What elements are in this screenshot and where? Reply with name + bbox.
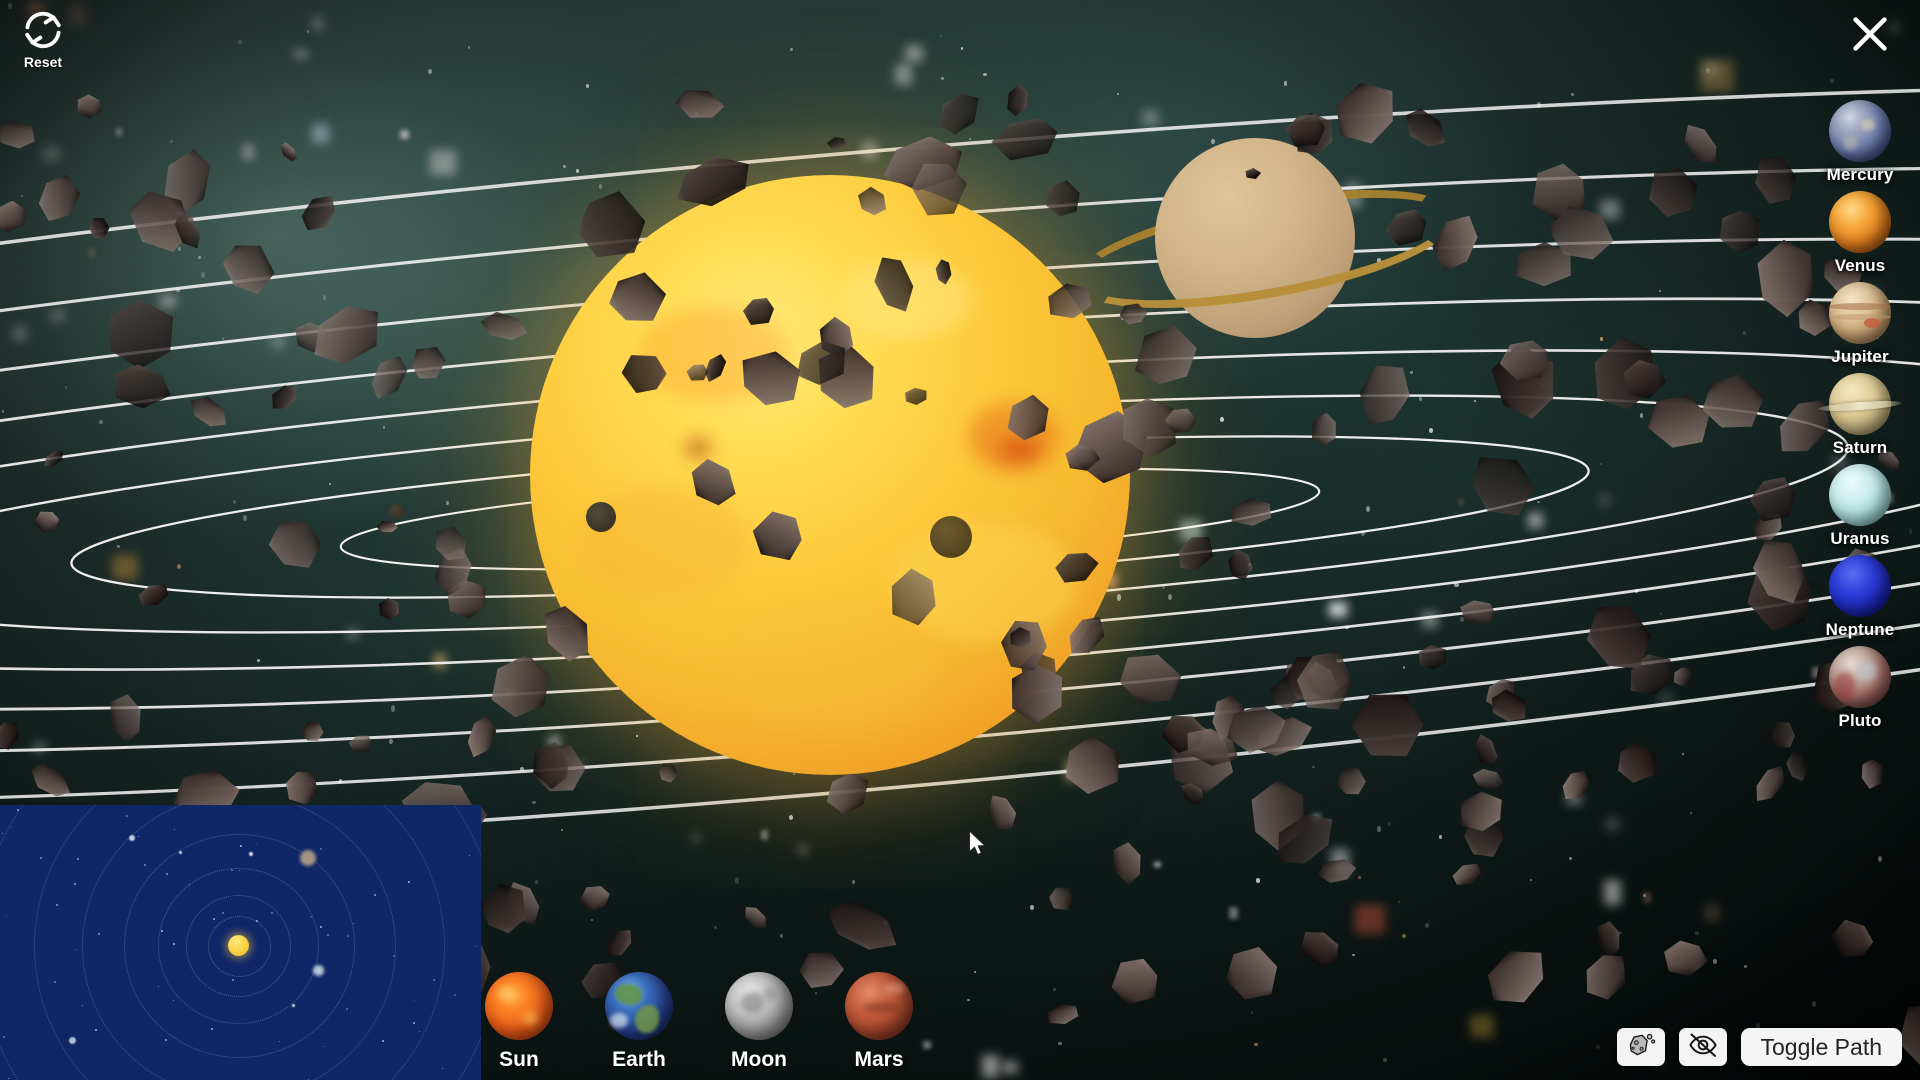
- sidebar-item-label: Jupiter: [1831, 347, 1889, 366]
- sidebar-item-pluto[interactable]: Pluto: [1800, 646, 1920, 731]
- body-dock[interactable]: Sun Earth Moon Mars: [485, 972, 913, 1072]
- visibility-toggle-button[interactable]: [1678, 1028, 1727, 1066]
- sidebar-item-uranus[interactable]: Uranus: [1800, 464, 1920, 549]
- minimap-earth: [292, 1004, 295, 1007]
- dock-item-earth[interactable]: Earth: [605, 972, 673, 1072]
- mars-thumbnail: [845, 972, 913, 1040]
- dock-item-label: Moon: [731, 1048, 787, 1071]
- close-icon: [1847, 11, 1893, 62]
- mercury-scene-body[interactable]: [586, 502, 616, 532]
- sidebar-item-jupiter[interactable]: Jupiter: [1800, 282, 1920, 367]
- sidebar-item-label: Mercury: [1826, 165, 1894, 184]
- saturn-scene-body[interactable]: [1067, 138, 1463, 338]
- close-button[interactable]: [1844, 10, 1896, 62]
- mercury-thumbnail: [1829, 100, 1891, 162]
- eye-off-icon: [1687, 1032, 1719, 1063]
- venus-thumbnail: [1829, 191, 1891, 253]
- moon-thumbnail: [725, 972, 793, 1040]
- dock-item-mars[interactable]: Mars: [845, 972, 913, 1072]
- sidebar-item-label: Uranus: [1830, 529, 1890, 548]
- sidebar-item-venus[interactable]: Venus: [1800, 191, 1920, 276]
- venus-scene-body[interactable]: [930, 516, 972, 558]
- minimap-neptune: [69, 1037, 76, 1044]
- asteroid-icon: [1626, 1032, 1656, 1063]
- jupiter-thumbnail: [1829, 282, 1891, 344]
- solar-system-viewport[interactable]: Reset Mercury Venus Jupiter Saturn Uranu…: [0, 0, 1920, 1080]
- sun-thumbnail: [485, 972, 553, 1040]
- dock-item-label: Earth: [612, 1048, 666, 1071]
- sidebar-item-label: Neptune: [1825, 620, 1895, 639]
- sidebar-item-saturn[interactable]: Saturn: [1800, 373, 1920, 458]
- minimap-mars: [179, 851, 182, 854]
- planet-sidebar[interactable]: Mercury Venus Jupiter Saturn Uranus Nept…: [1800, 100, 1920, 731]
- minimap-saturn: [300, 850, 316, 866]
- dock-item-label: Sun: [499, 1048, 539, 1071]
- dock-item-moon[interactable]: Moon: [725, 972, 793, 1072]
- minimap-mercury: [129, 835, 135, 841]
- minimap-panel[interactable]: [0, 805, 481, 1080]
- scene-controls[interactable]: Toggle Path: [1616, 1028, 1902, 1066]
- sidebar-item-neptune[interactable]: Neptune: [1800, 555, 1920, 640]
- toggle-path-button[interactable]: Toggle Path: [1740, 1028, 1902, 1066]
- refresh-icon: [21, 8, 65, 52]
- uranus-thumbnail: [1829, 464, 1891, 526]
- minimap-sun: [228, 935, 249, 956]
- neptune-thumbnail: [1829, 555, 1891, 617]
- asteroid-toggle-button[interactable]: [1616, 1028, 1665, 1066]
- minimap-uranus: [313, 965, 324, 976]
- minimap-venus: [249, 852, 253, 856]
- dock-item-label: Mars: [854, 1048, 904, 1071]
- sidebar-item-mercury[interactable]: Mercury: [1800, 100, 1920, 185]
- saturn-thumbnail: [1817, 373, 1903, 435]
- sidebar-item-label: Saturn: [1832, 438, 1888, 457]
- dock-item-sun[interactable]: Sun: [485, 972, 553, 1072]
- earth-scene-body[interactable]: [389, 504, 404, 519]
- sidebar-item-label: Pluto: [1838, 711, 1882, 730]
- reset-button[interactable]: Reset: [12, 8, 74, 70]
- pluto-thumbnail: [1829, 646, 1891, 708]
- sidebar-item-label: Venus: [1834, 256, 1886, 275]
- reset-label: Reset: [23, 54, 63, 70]
- earth-thumbnail: [605, 972, 673, 1040]
